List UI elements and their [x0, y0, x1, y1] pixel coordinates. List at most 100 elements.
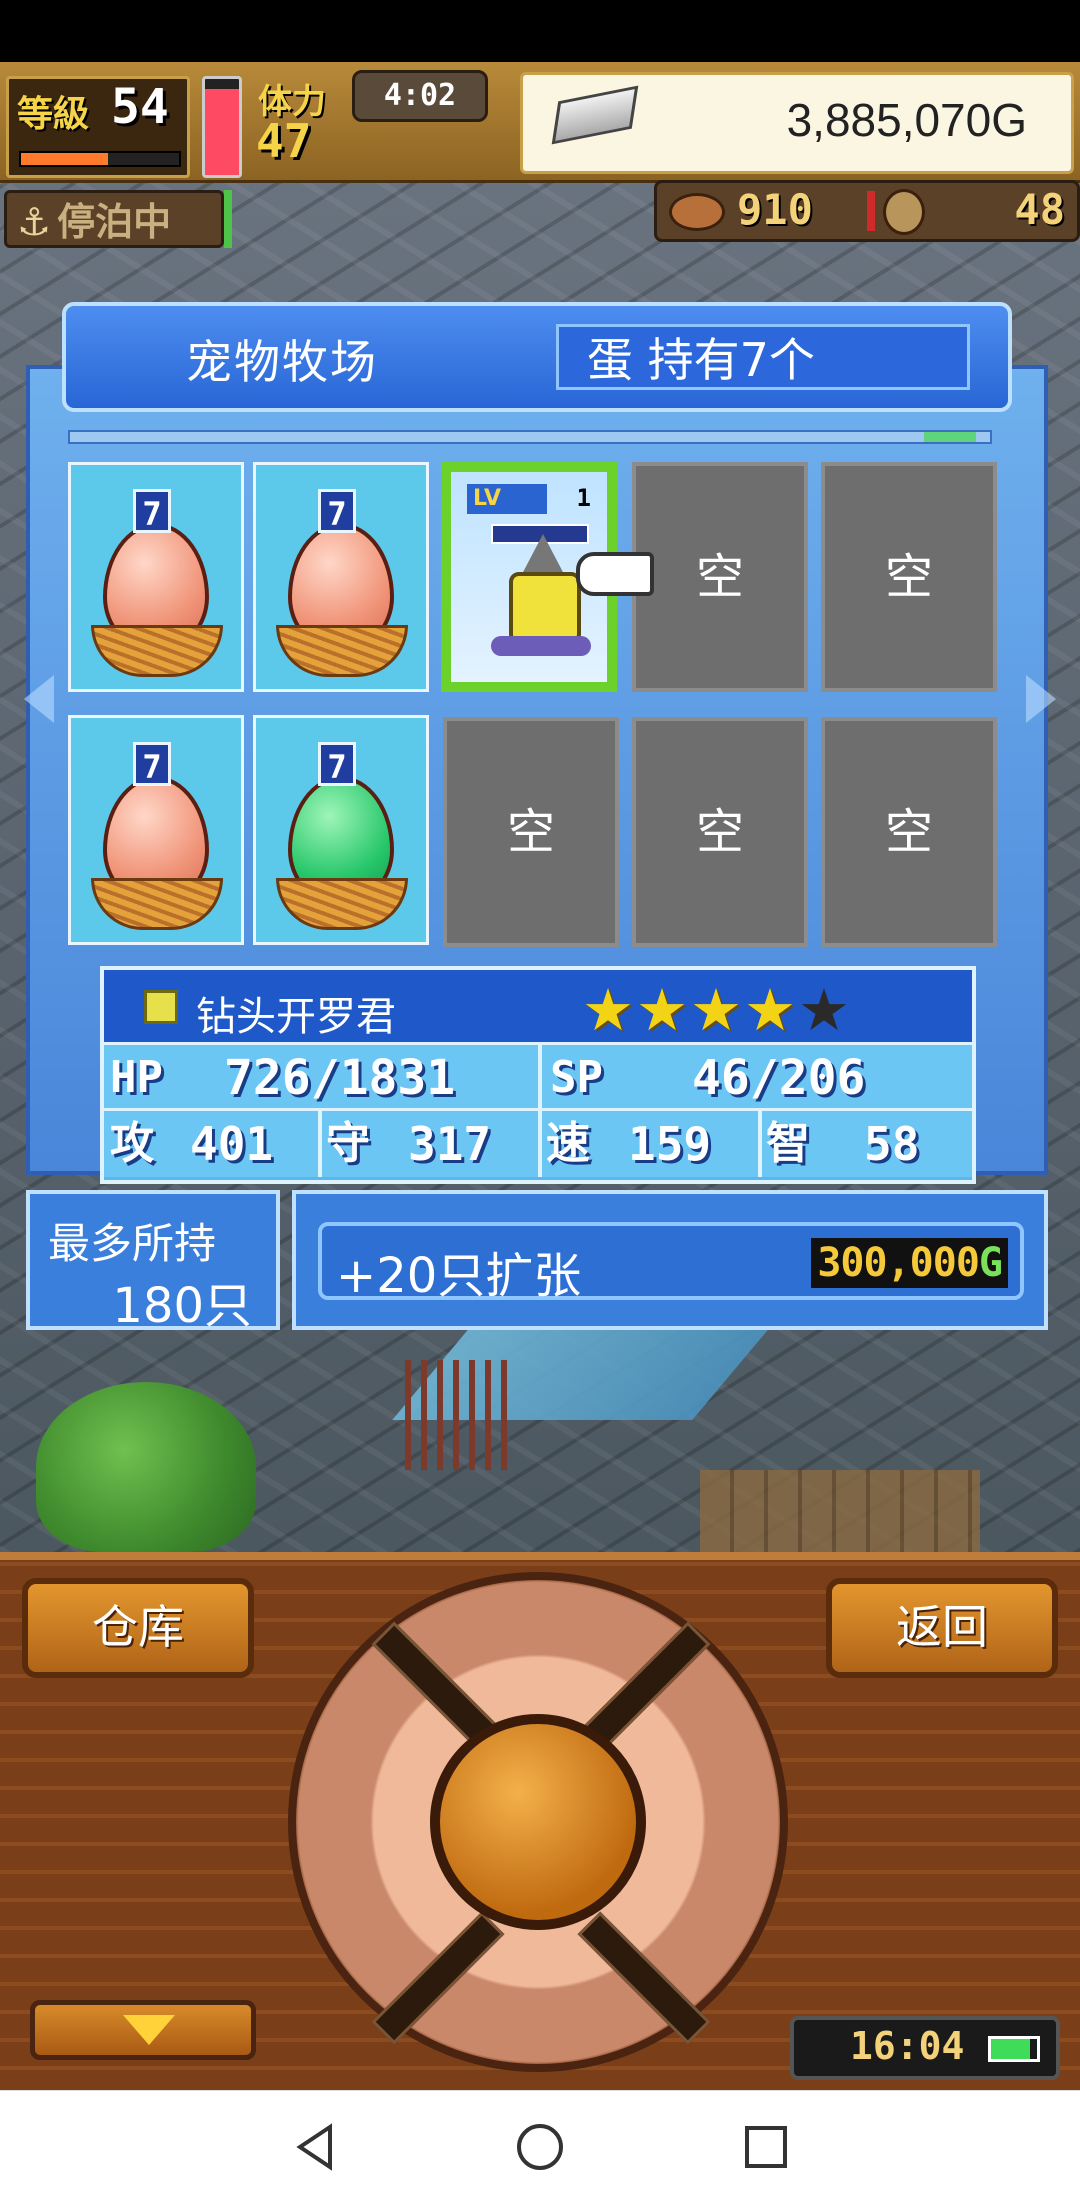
stat-divider — [538, 1111, 542, 1177]
money-box: 3,885,070G — [520, 72, 1074, 174]
capacity-label: 最多所持 — [48, 1219, 217, 1268]
dock-crates — [700, 1470, 980, 1560]
page-title: 宠物牧场 — [186, 335, 378, 389]
silver-bar-icon — [551, 85, 639, 145]
atk-value: 401 — [190, 1117, 274, 1171]
pet-info-header: 钻头开罗君 ★★★★★ — [104, 970, 972, 1044]
egg-tag: 7 — [318, 742, 356, 786]
in-game-clock: 4:02 — [352, 70, 488, 122]
drill-icon — [521, 534, 565, 576]
panel-scroll-bar — [68, 430, 992, 444]
mooring-status[interactable]: ⚓ 停泊中 — [4, 190, 224, 248]
expand-price-value: 300,000 — [817, 1240, 980, 1286]
level-exp-fill — [21, 153, 108, 165]
pet-base — [491, 636, 591, 656]
star-empty-icon: ★ — [798, 976, 852, 1044]
menu-down-button[interactable] — [30, 2000, 256, 2060]
nav-back-icon[interactable] — [286, 2117, 346, 2177]
back-button[interactable]: 返回 — [826, 1578, 1058, 1678]
capacity-box: 最多所持 180只 — [26, 1190, 280, 1334]
star-filled-icon: ★ — [690, 976, 744, 1044]
expand-label: +20只扩张 — [336, 1248, 582, 1304]
spd-value: 159 — [628, 1117, 712, 1171]
pet-name: 钻头开罗君 — [196, 994, 396, 1040]
sp-value: 46/206 — [692, 1050, 866, 1106]
egg-tag: 7 — [318, 489, 356, 533]
game-time-box: 16:04 — [790, 2016, 1060, 2080]
sp-label: SP — [550, 1052, 603, 1103]
hp-value: 726/1831 — [224, 1050, 456, 1106]
stat-row-hp-sp: HP 726/1831 SP 46/206 — [104, 1042, 972, 1111]
def-value: 317 — [408, 1117, 492, 1171]
expand-price: 300,000G — [811, 1238, 1008, 1288]
prev-page-arrow-icon[interactable] — [24, 675, 54, 723]
egg-slot[interactable]: 7 — [253, 462, 429, 692]
egg-tag: 7 — [133, 489, 171, 533]
stat-row-attributes: 攻 401 守 317 速 159 智 58 — [104, 1108, 972, 1177]
empty-slot[interactable]: 空 — [821, 462, 997, 692]
pet-rating-stars: ★★★★★ — [582, 976, 852, 1044]
nav-recents-icon[interactable] — [736, 2117, 796, 2177]
food-count: 910 — [737, 185, 813, 234]
atk-label: 攻 — [110, 1118, 154, 1169]
game-time: 16:04 — [850, 2024, 965, 2068]
stamina-value: 47 — [256, 114, 312, 168]
mooring-label: 停泊中 — [57, 200, 172, 244]
egg-count-badge: 蛋 持有7个 — [556, 324, 970, 390]
pet-type-icon — [144, 990, 178, 1024]
mooring-indicator — [224, 190, 232, 248]
stat-divider — [758, 1111, 762, 1177]
star-filled-icon: ★ — [744, 976, 798, 1044]
panel-title-bar: 宠物牧场 蛋 持有7个 — [62, 302, 1012, 412]
spd-label: 速 — [546, 1118, 590, 1169]
pet-level-label: LV — [467, 484, 547, 514]
expand-price-unit: G — [978, 1240, 1003, 1286]
fence — [405, 1360, 515, 1470]
egg-slot[interactable]: 7 — [68, 462, 244, 692]
def-label: 守 — [326, 1118, 370, 1169]
empty-slot[interactable]: 空 — [443, 717, 619, 947]
empty-slot[interactable]: 空 — [821, 717, 997, 947]
nest-icon — [276, 878, 408, 930]
tree — [36, 1382, 256, 1552]
top-hud: 等級 54 体力 47 4:02 3,885,070G — [0, 62, 1080, 183]
level-box: 等級 54 — [6, 76, 190, 178]
money-value: 3,885,070G — [786, 94, 1027, 146]
hand-pointer-icon — [576, 552, 654, 596]
stamina-bar — [202, 76, 242, 178]
warehouse-button[interactable]: 仓库 — [22, 1578, 254, 1678]
pet-info-panel: 钻头开罗君 ★★★★★ HP 726/1831 SP 46/206 攻 401 … — [100, 966, 976, 1184]
nest-icon — [276, 625, 408, 677]
level-exp-bar — [19, 151, 181, 167]
scroll-thumb — [924, 432, 976, 442]
egg-slot[interactable]: 7 — [253, 715, 429, 945]
expand-capacity-button[interactable]: +20只扩张 300,000G — [318, 1222, 1024, 1304]
stat-divider — [538, 1045, 542, 1111]
anchor-icon: ⚓ — [17, 200, 52, 244]
nav-home-icon[interactable] — [510, 2117, 570, 2177]
status-bar — [0, 0, 1080, 62]
stat-divider — [318, 1111, 322, 1177]
coin-count: 48 — [1014, 185, 1065, 234]
next-page-arrow-icon[interactable] — [1026, 675, 1056, 723]
int-value: 58 — [864, 1117, 920, 1171]
nest-icon — [91, 625, 223, 677]
level-value: 54 — [111, 79, 169, 135]
star-filled-icon: ★ — [636, 976, 690, 1044]
empty-slot[interactable]: 空 — [632, 717, 808, 947]
resource-bar: 910 48 — [654, 180, 1080, 242]
down-arrow-icon — [123, 2015, 175, 2045]
empty-slot[interactable]: 空 — [632, 462, 808, 692]
pet-level-value: 1 — [576, 484, 591, 512]
capacity-value: 180只 — [112, 1278, 252, 1334]
dial-center-button[interactable] — [430, 1714, 646, 1930]
coin-icon — [883, 189, 925, 235]
food-icon — [669, 193, 725, 231]
level-label: 等級 — [17, 94, 90, 135]
int-label: 智 — [766, 1118, 810, 1169]
battery-fill — [991, 2039, 1031, 2059]
hp-label: HP — [110, 1052, 163, 1103]
expand-panel: +20只扩张 300,000G — [292, 1190, 1048, 1330]
egg-slot[interactable]: 7 — [68, 715, 244, 945]
nest-icon — [91, 878, 223, 930]
